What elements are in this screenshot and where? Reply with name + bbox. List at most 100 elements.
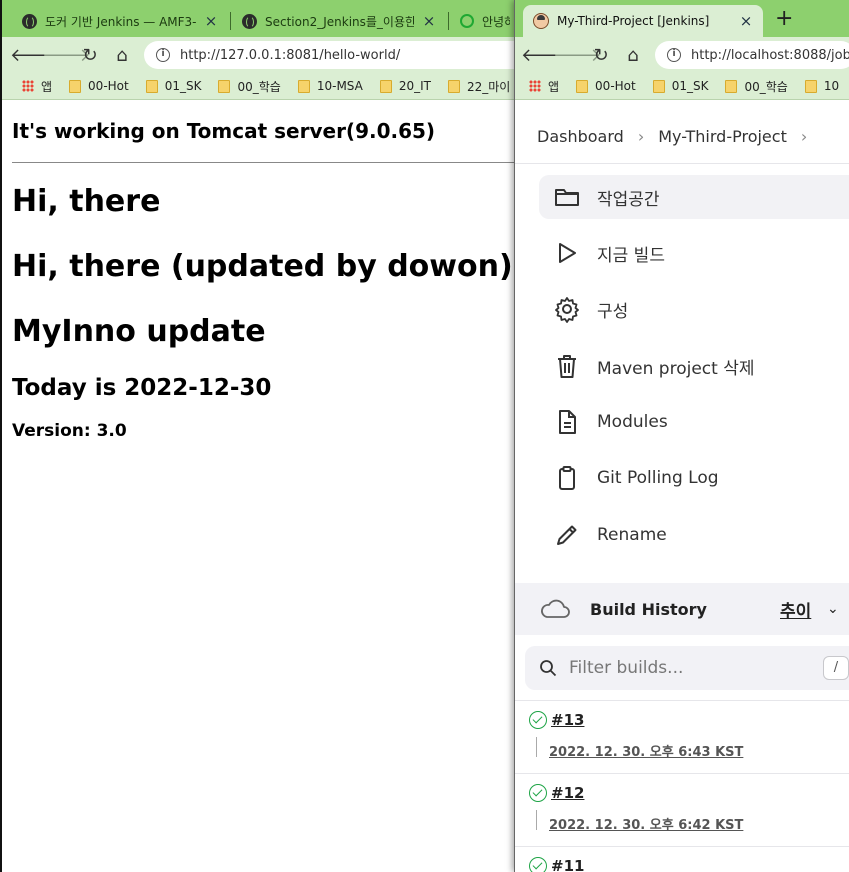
close-icon[interactable]: × bbox=[739, 12, 753, 30]
jenkins-butler-icon bbox=[533, 13, 549, 29]
task-delete-project[interactable]: Maven project 삭제 bbox=[553, 352, 754, 380]
build-number-link[interactable]: #11 bbox=[551, 857, 584, 872]
task-label: Rename bbox=[597, 525, 667, 545]
left-toolbar: 🡐 🡒 ↻ ⌂ i http://127.0.0.1:8081/hello-wo… bbox=[2, 37, 520, 73]
bookmark-folder[interactable]: 00-Hot bbox=[576, 79, 636, 93]
divider bbox=[515, 163, 849, 164]
folder-icon bbox=[576, 79, 589, 93]
build-number-link[interactable]: #12 bbox=[551, 784, 584, 802]
close-icon[interactable]: × bbox=[204, 12, 218, 30]
forward-arrow-icon[interactable]: 🡒 bbox=[42, 45, 90, 66]
task-workspace[interactable]: 작업공간 bbox=[539, 175, 849, 219]
clipboard-icon bbox=[559, 466, 575, 490]
bookmark-label: 01_SK bbox=[164, 79, 202, 93]
bookmark-label: 10 bbox=[823, 79, 840, 93]
tab-title: Section2_Jenkins를_이용한_C bbox=[265, 14, 414, 29]
bookmark-apps[interactable]: 앱 bbox=[529, 78, 559, 95]
chevron-right-icon[interactable]: › bbox=[638, 127, 644, 146]
address-bar[interactable]: i http://localhost:8088/job/ bbox=[655, 41, 849, 69]
filter-builds-input[interactable]: Filter builds... / bbox=[525, 646, 849, 690]
greeting-updated-heading: Hi, there (updated by dowon) bbox=[12, 249, 513, 284]
task-build-now[interactable]: 지금 빌드 bbox=[553, 239, 665, 267]
breadcrumb-project[interactable]: My-Third-Project bbox=[658, 127, 787, 146]
back-arrow-icon[interactable]: 🡐 bbox=[521, 45, 569, 66]
divider bbox=[515, 846, 849, 847]
url-text: http://127.0.0.1:8081/hello-world/ bbox=[180, 47, 401, 63]
folder-icon bbox=[218, 79, 231, 93]
bookmark-label: 10-MSA bbox=[316, 79, 363, 93]
bookmark-folder[interactable]: 00_학습 bbox=[725, 78, 788, 95]
new-tab-plus-icon[interactable]: + bbox=[775, 8, 793, 30]
version-heading: Version: 3.0 bbox=[12, 421, 127, 441]
apps-grid-icon bbox=[529, 80, 541, 92]
build-number-link[interactable]: #13 bbox=[551, 711, 584, 729]
back-arrow-icon[interactable]: 🡐 bbox=[10, 45, 58, 66]
folder-icon bbox=[804, 79, 817, 93]
bookmark-apps[interactable]: 앱 bbox=[22, 78, 52, 95]
greeting-heading: Hi, there bbox=[12, 184, 161, 219]
today-heading: Today is 2022-12-30 bbox=[12, 375, 272, 401]
tab-separator bbox=[230, 12, 231, 30]
chevron-right-icon[interactable]: › bbox=[801, 127, 807, 146]
green-circle-icon bbox=[460, 14, 474, 28]
home-icon[interactable]: ⌂ bbox=[106, 45, 138, 66]
bookmark-label: 앱 bbox=[41, 79, 53, 94]
bookmark-label: 01_SK bbox=[671, 79, 709, 93]
jenkins-page: Dashboard › My-Third-Project › 작업공간 지금 빌… bbox=[515, 101, 849, 872]
bookmark-folder[interactable]: 01_SK bbox=[145, 79, 202, 93]
task-modules[interactable]: Modules bbox=[553, 408, 668, 436]
task-rename[interactable]: Rename bbox=[553, 521, 667, 549]
myinno-heading: MyInno update bbox=[12, 314, 266, 349]
task-configure[interactable]: 구성 bbox=[553, 295, 628, 323]
right-browser-window: My-Third-Project [Jenkins] × + 🡐 🡒 ↻ ⌂ i… bbox=[514, 0, 849, 872]
build-date-link[interactable]: 2022. 12. 30. 오후 6:43 KST bbox=[549, 741, 743, 760]
globe-icon bbox=[242, 13, 257, 29]
bookmark-folder[interactable]: 01_SK bbox=[652, 79, 709, 93]
task-label: Modules bbox=[597, 412, 668, 432]
trend-link[interactable]: 추이 bbox=[780, 597, 811, 622]
left-bookmarks-bar: 앱 00-Hot 01_SK 00_학습 10-MSA 20_IT 22_마이 bbox=[2, 73, 520, 100]
pencil-icon bbox=[557, 525, 577, 545]
breadcrumb-dashboard[interactable]: Dashboard bbox=[537, 127, 624, 146]
bookmark-folder[interactable]: 00_학습 bbox=[218, 78, 281, 95]
folder-icon bbox=[448, 79, 460, 93]
tab-section2-jenkins[interactable]: Section2_Jenkins를_이용한_C × bbox=[232, 5, 446, 37]
tab-hello[interactable]: 안녕하 bbox=[450, 5, 520, 37]
bookmark-label: 00-Hot bbox=[88, 79, 129, 93]
bookmark-folder[interactable]: 20_IT bbox=[379, 79, 431, 93]
tab-title: 안녕하 bbox=[482, 14, 510, 29]
address-bar[interactable]: i http://127.0.0.1:8081/hello-world/ bbox=[144, 41, 520, 69]
bookmark-folder[interactable]: 22_마이 bbox=[448, 78, 510, 95]
task-label: 지금 빌드 bbox=[597, 245, 665, 266]
right-tab-strip: My-Third-Project [Jenkins] × + bbox=[515, 0, 849, 37]
filter-placeholder: Filter builds... bbox=[569, 658, 684, 678]
divider bbox=[515, 773, 849, 774]
task-label: Maven project 삭제 bbox=[597, 358, 755, 379]
bookmark-label: 22_마이 bbox=[467, 79, 511, 94]
bookmark-folder[interactable]: 10-MSA bbox=[297, 79, 363, 93]
home-icon[interactable]: ⌂ bbox=[617, 45, 649, 66]
tab-separator bbox=[448, 12, 449, 30]
close-icon[interactable]: × bbox=[422, 12, 436, 30]
reload-icon[interactable]: ↻ bbox=[585, 45, 617, 66]
divider bbox=[515, 700, 849, 701]
bookmark-folder[interactable]: 00-Hot bbox=[69, 79, 129, 93]
info-icon[interactable]: i bbox=[667, 48, 681, 62]
timeline-line bbox=[536, 810, 537, 830]
task-git-polling-log[interactable]: Git Polling Log bbox=[553, 464, 719, 492]
bookmark-folder[interactable]: 10 bbox=[804, 79, 840, 93]
search-icon bbox=[540, 660, 557, 677]
tab-docker-jenkins[interactable]: 도커 기반 Jenkins — AMF3- × bbox=[12, 5, 228, 37]
gear-icon bbox=[555, 297, 579, 323]
forward-arrow-icon[interactable]: 🡒 bbox=[553, 45, 601, 66]
right-toolbar: 🡐 🡒 ↻ ⌂ i http://localhost:8088/job/ bbox=[515, 37, 849, 73]
chevron-down-icon[interactable]: ⌄ bbox=[827, 601, 839, 617]
build-history-header: Build History 추이 ⌄ bbox=[515, 583, 849, 635]
build-date-link[interactable]: 2022. 12. 30. 오후 6:42 KST bbox=[549, 814, 743, 833]
reload-icon[interactable]: ↻ bbox=[74, 45, 106, 66]
document-icon bbox=[559, 410, 576, 434]
url-text: http://localhost:8088/job/ bbox=[691, 47, 849, 63]
left-tab-strip: 도커 기반 Jenkins — AMF3- × Section2_Jenkins… bbox=[2, 0, 520, 37]
tab-jenkins-project[interactable]: My-Third-Project [Jenkins] × bbox=[523, 5, 763, 37]
info-icon[interactable]: i bbox=[156, 48, 170, 62]
